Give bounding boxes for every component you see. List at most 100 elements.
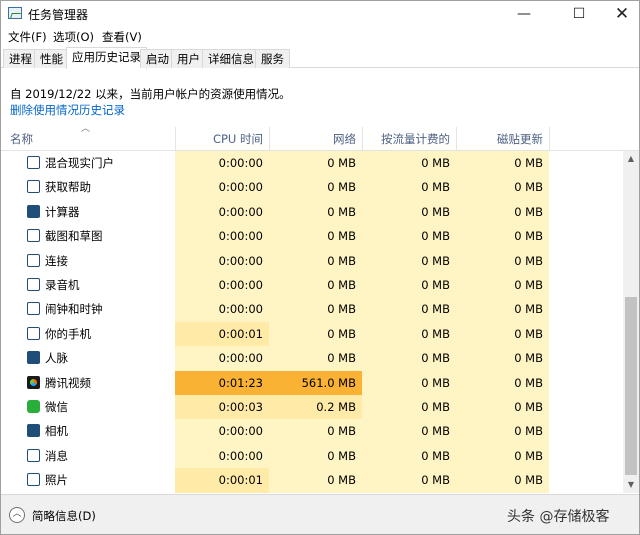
tencent-video-icon [27, 375, 40, 389]
app-name-cell: 计算器 [45, 204, 80, 219]
scroll-up-arrow-icon[interactable]: ▲ [623, 151, 639, 167]
scroll-down-arrow-icon[interactable]: ▼ [623, 477, 639, 493]
table-row[interactable]: 人脉 0:00:00 0 MB 0 MB 0 MB [1, 346, 623, 370]
app-name-cell: 照片 [45, 473, 68, 488]
tab-services[interactable]: 服务 [255, 49, 290, 68]
cpu-time-cell: 0:00:01 [175, 468, 269, 493]
tile-updates-cell: 0 MB [514, 253, 543, 268]
table-row[interactable]: 计算器 0:00:00 0 MB 0 MB 0 MB [1, 200, 623, 224]
cpu-time-cell: 0:00:00 [218, 278, 263, 292]
metered-network-cell: 0 MB [421, 326, 450, 341]
column-header-network[interactable]: 网络 [269, 127, 362, 151]
app-name-cell: 微信 [45, 400, 68, 414]
calculator-icon [27, 204, 40, 218]
table-row[interactable]: 你的手机 0:00:01 0 MB 0 MB 0 MB [1, 321, 623, 347]
metered-network-cell: 0 MB [421, 229, 450, 244]
metered-network-cell: 0 MB [421, 156, 450, 170]
tab-users[interactable]: 用户 [171, 49, 206, 68]
network-cell: 0 MB [327, 204, 356, 219]
column-divider[interactable] [549, 127, 550, 151]
table-header: 名称 CPU 时间 网络 按流量计费的网... 磁贴更新 [1, 127, 639, 170]
vertical-scrollbar[interactable]: ▲ ▼ [623, 151, 639, 493]
fewer-details-button[interactable]: 简略信息(D) [32, 508, 96, 524]
metered-network-cell: 0 MB [421, 473, 450, 488]
metered-network-cell: 0 MB [421, 278, 450, 292]
tile-updates-cell: 0 MB [514, 473, 543, 488]
title-bar[interactable]: 任务管理器 — ☐ ✕ [1, 1, 639, 27]
collapse-up-icon[interactable]: ︿ [9, 507, 25, 523]
tile-updates-cell: 0 MB [514, 448, 543, 463]
table-row[interactable]: 连接 0:00:00 0 MB 0 MB 0 MB [1, 249, 623, 273]
metered-network-cell: 0 MB [421, 375, 450, 390]
menu-bar: 文件(F) 选项(O) 查看(V) [1, 27, 639, 45]
tab-startup[interactable]: 启动 [140, 49, 175, 68]
tab-app-history[interactable]: 应用历史记录 [66, 47, 147, 69]
network-cell: 0.2 MB [269, 395, 362, 420]
get-help-icon [27, 180, 40, 194]
cpu-time-cell: 0:00:00 [218, 448, 263, 463]
cpu-time-cell: 0:01:23 [175, 370, 269, 395]
network-cell: 0 MB [327, 448, 356, 463]
tab-details[interactable]: 详细信息 [202, 49, 260, 68]
tab-performance[interactable]: 性能 [34, 49, 69, 68]
tile-updates-cell: 0 MB [514, 424, 543, 439]
app-name-cell: 连接 [45, 253, 68, 268]
app-name-cell: 相机 [45, 424, 68, 439]
tile-updates-cell: 0 MB [514, 375, 543, 390]
tile-updates-cell: 0 MB [514, 180, 543, 195]
cpu-time-cell: 0:00:00 [218, 351, 263, 366]
table-row[interactable]: 相机 0:00:00 0 MB 0 MB 0 MB [1, 419, 623, 443]
table-row[interactable]: 混合现实门户 0:00:00 0 MB 0 MB 0 MB [1, 151, 623, 175]
network-cell: 0 MB [327, 473, 356, 488]
table-row[interactable]: 录音机 0:00:00 0 MB 0 MB 0 MB [1, 273, 623, 297]
network-cell: 0 MB [327, 229, 356, 244]
app-name-cell: 人脉 [45, 351, 68, 366]
menu-file[interactable]: 文件(F) [8, 29, 47, 45]
camera-icon [27, 424, 40, 438]
minimize-button[interactable]: — [501, 1, 547, 27]
table-row[interactable]: 腾讯视频 0:01:23 561.0 MB 0 MB 0 MB [1, 370, 623, 395]
app-name-cell: 录音机 [45, 278, 80, 292]
tab-processes[interactable]: 进程 [3, 49, 38, 68]
close-button[interactable]: ✕ [599, 1, 640, 27]
app-name-cell: 截图和草图 [45, 229, 103, 244]
maximize-button[interactable]: ☐ [556, 1, 602, 27]
cpu-time-cell: 0:00:00 [218, 253, 263, 268]
metered-network-cell: 0 MB [421, 448, 450, 463]
column-header-metered-network[interactable]: 按流量计费的网... [362, 127, 456, 170]
scroll-thumb[interactable] [625, 297, 637, 475]
network-cell: 0 MB [327, 351, 356, 366]
network-cell: 0 MB [327, 424, 356, 439]
column-header-cpu-time[interactable]: CPU 时间 [175, 127, 269, 151]
cpu-time-cell: 0:00:00 [218, 302, 263, 317]
app-name-cell: 消息 [45, 448, 68, 463]
table-row[interactable]: 消息 0:00:00 0 MB 0 MB 0 MB [1, 444, 623, 468]
network-cell: 0 MB [327, 278, 356, 292]
connect-icon [27, 253, 40, 267]
app-name-cell: 获取帮助 [45, 180, 91, 195]
people-icon [27, 351, 40, 365]
tab-strip: 进程 性能 应用历史记录 启动 用户 详细信息 服务 [1, 46, 639, 69]
table-row[interactable]: 照片 0:00:01 0 MB 0 MB 0 MB [1, 468, 623, 493]
metered-network-cell: 0 MB [421, 204, 450, 219]
wechat-icon [27, 400, 40, 413]
menu-options[interactable]: 选项(O) [53, 29, 94, 45]
your-phone-icon [27, 326, 40, 340]
delete-usage-history-link[interactable]: 删除使用情况历史记录 [10, 102, 125, 118]
network-cell: 0 MB [327, 180, 356, 195]
tile-updates-cell: 0 MB [514, 302, 543, 317]
footer-bar: ︿ 简略信息(D) 头条 @存储极客 [1, 494, 639, 534]
table-row[interactable]: 微信 0:00:03 0.2 MB 0 MB 0 MB [1, 395, 623, 420]
network-cell: 561.0 MB [269, 370, 362, 395]
table-row[interactable]: 截图和草图 0:00:00 0 MB 0 MB 0 MB [1, 224, 623, 248]
column-header-tile-updates[interactable]: 磁贴更新 [456, 127, 549, 151]
cpu-time-cell: 0:00:03 [175, 395, 269, 420]
column-header-name[interactable]: 名称 [10, 127, 33, 151]
table-row[interactable]: 获取帮助 0:00:00 0 MB 0 MB 0 MB [1, 175, 623, 199]
tile-updates-cell: 0 MB [514, 326, 543, 341]
watermark-text: 头条 @存储极客 [507, 509, 610, 525]
cpu-time-cell: 0:00:00 [218, 156, 263, 170]
metered-network-cell: 0 MB [421, 400, 450, 414]
menu-view[interactable]: 查看(V) [102, 29, 142, 45]
table-row[interactable]: 闹钟和时钟 0:00:00 0 MB 0 MB 0 MB [1, 297, 623, 321]
